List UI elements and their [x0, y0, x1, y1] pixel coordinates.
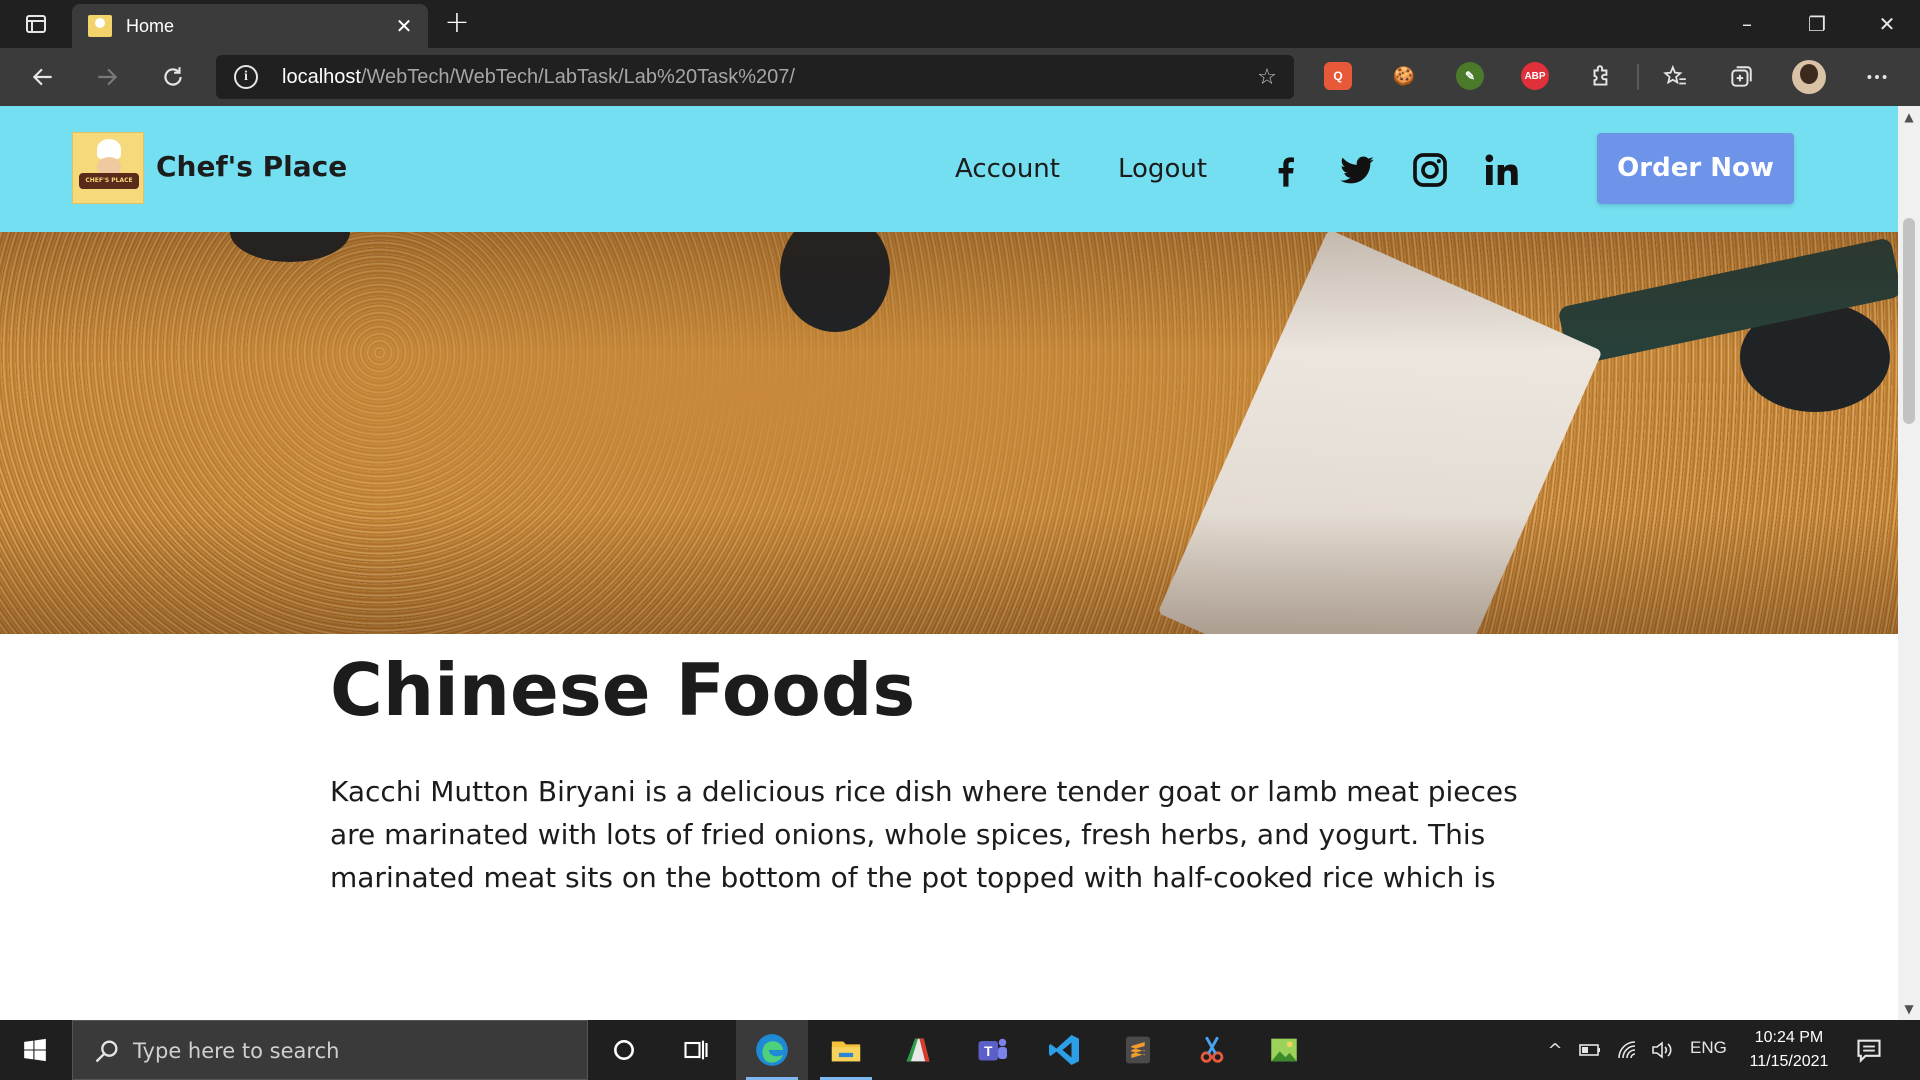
volume-icon[interactable] [1650, 1038, 1674, 1062]
refresh-icon[interactable] [156, 60, 190, 94]
close-window-button[interactable]: ✕ [1872, 10, 1902, 38]
tab-favicon-icon [88, 15, 112, 37]
twitter-icon[interactable] [1337, 150, 1377, 190]
office-app-icon[interactable] [882, 1020, 954, 1080]
extension-cookie-icon[interactable]: 🍪 [1390, 62, 1418, 90]
order-now-button[interactable]: Order Now [1597, 133, 1794, 204]
more-options-icon[interactable] [1862, 62, 1892, 92]
extension-leaf-icon[interactable]: ✎ [1456, 62, 1484, 90]
favorites-icon[interactable] [1660, 62, 1690, 92]
nav-link-account[interactable]: Account [955, 154, 1060, 184]
extension-grammar-icon[interactable]: Q [1324, 62, 1352, 90]
cortana-icon[interactable] [588, 1020, 660, 1080]
show-hidden-icons[interactable]: ^ [1543, 1038, 1567, 1062]
notification-center-icon[interactable] [1854, 1036, 1884, 1064]
input-language[interactable]: ENG [1690, 1038, 1727, 1058]
hero-shade [0, 232, 1898, 634]
hero-food-image [0, 232, 1898, 634]
sublime-text-icon[interactable] [1102, 1020, 1174, 1080]
browser-tab-bar: Home ✕ + – ❐ ✕ [0, 0, 1920, 48]
nav-link-logout[interactable]: Logout [1118, 154, 1207, 184]
edge-browser-icon[interactable] [736, 1020, 808, 1080]
address-bar[interactable]: i localhost/WebTech/WebTech/LabTask/Lab%… [216, 55, 1294, 99]
scroll-down-arrow-icon[interactable]: ▼ [1898, 998, 1920, 1020]
content-paragraph: Kacchi Mutton Biryani is a delicious ric… [330, 775, 1518, 894]
instagram-icon[interactable] [1410, 150, 1450, 190]
search-placeholder: Type here to search [133, 1039, 340, 1063]
clock-date: 11/15/2021 [1749, 1053, 1829, 1070]
profile-avatar[interactable] [1792, 60, 1826, 94]
tab-title: Home [126, 16, 175, 36]
add-favorite-icon[interactable]: ☆ [1254, 65, 1280, 91]
scroll-up-arrow-icon[interactable]: ▲ [1898, 106, 1920, 128]
system-clock[interactable]: 10:24 PM 11/15/2021 [1734, 1026, 1844, 1074]
browser-toolbar: i localhost/WebTech/WebTech/LabTask/Lab%… [0, 48, 1920, 106]
windows-start-icon[interactable] [0, 1020, 70, 1080]
tab-actions-icon[interactable] [16, 10, 56, 38]
site-header: CHEF'S PLACE Chef's Place Account Logout… [0, 106, 1898, 232]
site-info-icon[interactable]: i [234, 65, 258, 89]
page-title: Chinese Foods [330, 648, 916, 732]
snipping-tool-icon[interactable] [1176, 1020, 1248, 1080]
extensions-puzzle-icon[interactable] [1586, 62, 1616, 92]
taskbar-search-box[interactable]: Type here to search [72, 1020, 588, 1080]
page-scrollbar[interactable]: ▲ ▼ [1898, 106, 1920, 1020]
scroll-thumb[interactable] [1903, 218, 1915, 424]
new-tab-button[interactable]: + [442, 8, 472, 40]
logo-banner: CHEF'S PLACE [79, 173, 139, 189]
teams-icon[interactable]: T [956, 1020, 1028, 1080]
clock-time: 10:24 PM [1754, 1029, 1824, 1046]
file-explorer-icon[interactable] [810, 1020, 882, 1080]
back-arrow-icon[interactable] [26, 60, 60, 94]
svg-text:T: T [984, 1044, 993, 1059]
vscode-icon[interactable] [1028, 1020, 1100, 1080]
toolbar-separator [1637, 64, 1639, 90]
url-text[interactable]: localhost/WebTech/WebTech/LabTask/Lab%20… [282, 66, 795, 89]
extension-adblock-icon[interactable]: ABP [1521, 62, 1549, 90]
logo-chef-hat [97, 139, 121, 159]
wifi-icon[interactable] [1615, 1038, 1639, 1062]
image-viewer-icon[interactable] [1248, 1020, 1320, 1080]
minimize-button[interactable]: – [1732, 10, 1762, 38]
forward-arrow-icon[interactable] [90, 60, 124, 94]
facebook-icon[interactable] [1266, 150, 1306, 190]
linkedin-icon[interactable] [1481, 150, 1521, 190]
windows-taskbar: Type here to search T ^ ENG 10:24 PM 11/… [0, 1020, 1920, 1080]
tab-close-icon[interactable]: ✕ [394, 16, 414, 36]
battery-icon[interactable] [1578, 1038, 1602, 1062]
browser-tab-home[interactable]: Home ✕ [72, 4, 428, 48]
task-view-icon[interactable] [660, 1020, 732, 1080]
restore-button[interactable]: ❐ [1802, 10, 1832, 38]
brand-name[interactable]: Chef's Place [156, 150, 347, 183]
chef-logo-icon[interactable]: CHEF'S PLACE [72, 132, 144, 204]
collections-icon[interactable] [1726, 62, 1756, 92]
search-icon [95, 1040, 118, 1063]
